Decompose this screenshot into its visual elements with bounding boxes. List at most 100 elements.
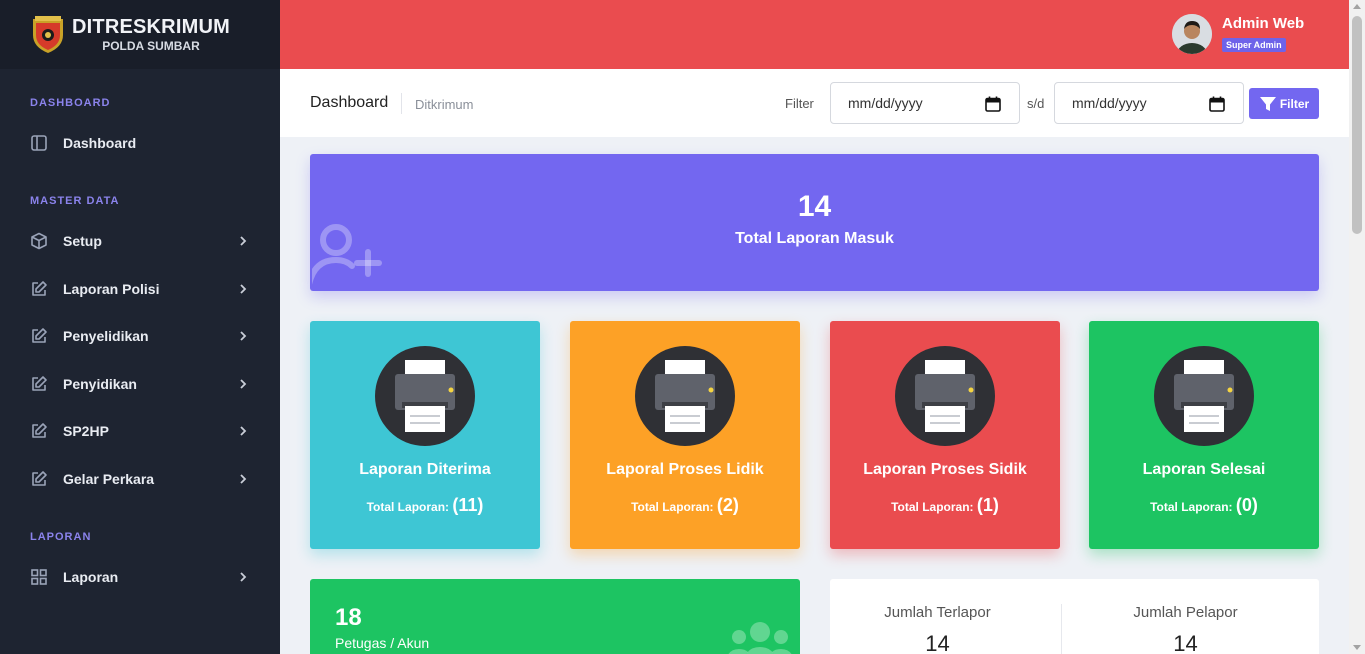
card-count: Total Laporan: (1) <box>830 495 1060 516</box>
chevron-right-icon <box>240 379 247 389</box>
printer-icon <box>1154 346 1254 446</box>
brand-subtitle: POLDA SUMBAR <box>102 39 200 53</box>
card-count-label: Total Laporan: <box>366 500 450 514</box>
card-count-label: Total Laporan: <box>891 500 974 514</box>
edit-icon <box>32 376 47 391</box>
stats-divider <box>1061 604 1062 654</box>
calendar-icon[interactable] <box>1209 96 1225 112</box>
chevron-right-icon <box>240 426 247 436</box>
page-scrollbar[interactable] <box>1349 0 1365 654</box>
calendar-icon[interactable] <box>985 96 1001 112</box>
breadcrumb: Ditkrimum <box>415 97 474 112</box>
page-title: Dashboard <box>310 94 389 111</box>
sidebar: DITRESKRIMUM POLDA SUMBAR DASHBOARD Dash… <box>0 0 280 654</box>
sidebar-item-label: SP2HP <box>63 423 109 439</box>
user-role-badge: Super Admin <box>1222 38 1286 52</box>
card-count: Total Laporan: (11) <box>310 495 540 516</box>
layout-icon <box>31 135 47 151</box>
date-to-placeholder: mm/dd/yyyy <box>1072 95 1147 111</box>
user-name[interactable]: Admin Web <box>1222 15 1304 32</box>
chevron-right-icon <box>240 284 247 294</box>
sidebar-item-label: Gelar Perkara <box>63 471 155 487</box>
total-reports-banner: 14 Total Laporan Masuk <box>310 154 1319 291</box>
chevron-right-icon <box>240 474 247 484</box>
avatar[interactable] <box>1172 14 1212 54</box>
staff-count: 18 <box>335 604 362 631</box>
top-header: Admin Web Super Admin <box>280 0 1349 69</box>
total-reports-label: Total Laporan Masuk <box>735 230 894 247</box>
card-count-value: (0) <box>1235 495 1258 515</box>
printer-icon <box>635 346 735 446</box>
funnel-icon <box>1259 96 1276 111</box>
staff-accounts-panel: 18 Petugas / Akun <box>310 579 800 654</box>
breadcrumb-divider <box>401 93 402 114</box>
edit-icon <box>32 423 47 438</box>
sidebar-item-label: Penyelidikan <box>63 328 149 344</box>
sidebar-item-label: Laporan <box>63 569 119 585</box>
filter-button-label: Filter <box>1279 96 1310 111</box>
printer-icon <box>375 346 475 446</box>
date-from-placeholder: mm/dd/yyyy <box>848 95 923 111</box>
chevron-right-icon <box>240 572 247 582</box>
card-count-value: (2) <box>716 495 739 515</box>
stat-label: Jumlah Pelapor <box>1133 604 1238 621</box>
card-title: Laporan Diterima <box>359 461 491 478</box>
brand-title: DITRESKRIMUM <box>72 16 230 38</box>
stat-pelapor: Jumlah Pelapor 14 <box>1078 604 1293 654</box>
scroll-up-arrow[interactable] <box>1353 4 1361 9</box>
card-laporan-diterima[interactable]: Laporan Diterima Total Laporan: (11) <box>310 321 540 549</box>
card-laporan-proses-lidik[interactable]: Laporal Proses Lidik Total Laporan: (2) <box>570 321 800 549</box>
date-from-input[interactable]: mm/dd/yyyy <box>830 82 1020 124</box>
filter-button[interactable]: Filter <box>1249 88 1319 119</box>
sidebar-item-gelar-perkara[interactable]: Gelar Perkara <box>30 467 250 491</box>
sidebar-item-setup[interactable]: Setup <box>30 229 250 253</box>
card-count-label: Total Laporan: <box>631 500 714 514</box>
sidebar-item-laporan[interactable]: Laporan <box>30 565 250 589</box>
sidebar-item-label: Dashboard <box>63 135 137 151</box>
stat-value: 14 <box>1173 631 1198 654</box>
chevron-right-icon <box>240 331 247 341</box>
sidebar-item-dashboard[interactable]: Dashboard <box>30 131 250 155</box>
filter-label: Filter <box>785 96 814 111</box>
card-count-value: (1) <box>976 495 999 515</box>
police-shield-logo <box>33 15 63 53</box>
card-laporan-selesai[interactable]: Laporan Selesai Total Laporan: (0) <box>1089 321 1319 549</box>
card-count-value: (11) <box>452 495 484 515</box>
card-laporan-proses-sidik[interactable]: Laporan Proses Sidik Total Laporan: (1) <box>830 321 1060 549</box>
edit-icon <box>32 328 47 343</box>
grid-icon <box>31 569 47 585</box>
edit-icon <box>32 281 47 296</box>
scroll-down-arrow[interactable] <box>1353 645 1361 650</box>
chevron-right-icon <box>240 236 247 246</box>
section-title-laporan: LAPORAN <box>30 531 92 543</box>
sidebar-item-penyelidikan[interactable]: Penyelidikan <box>30 324 250 348</box>
card-count: Total Laporan: (2) <box>570 495 800 516</box>
card-count: Total Laporan: (0) <box>1089 495 1319 516</box>
stat-terlapor: Jumlah Terlapor 14 <box>830 604 1045 654</box>
date-range-separator: s/d <box>1027 96 1045 111</box>
sidebar-item-penyidikan[interactable]: Penyidikan <box>30 372 250 396</box>
stat-value: 14 <box>925 631 950 654</box>
stat-label: Jumlah Terlapor <box>884 604 991 621</box>
sidebar-item-laporan-polisi[interactable]: Laporan Polisi <box>30 277 250 301</box>
card-title: Laporal Proses Lidik <box>606 461 764 478</box>
card-title: Laporan Proses Sidik <box>863 461 1027 478</box>
subheader: Dashboard Ditkrimum Filter mm/dd/yyyy s/… <box>280 69 1349 137</box>
printer-icon <box>895 346 995 446</box>
users-icon <box>728 622 792 654</box>
box-icon <box>31 232 47 250</box>
card-title: Laporan Selesai <box>1142 461 1266 478</box>
date-to-input[interactable]: mm/dd/yyyy <box>1054 82 1244 124</box>
section-title-dashboard: DASHBOARD <box>30 97 111 109</box>
sidebar-item-sp2hp[interactable]: SP2HP <box>30 419 250 443</box>
brand[interactable]: DITRESKRIMUM POLDA SUMBAR <box>0 0 280 69</box>
section-title-master-data: MASTER DATA <box>30 195 120 207</box>
total-reports-value: 14 <box>797 190 832 223</box>
sidebar-item-label: Penyidikan <box>63 376 137 392</box>
card-count-label: Total Laporan: <box>1150 500 1233 514</box>
sidebar-item-label: Setup <box>63 233 102 249</box>
edit-icon <box>32 471 47 486</box>
sidebar-item-label: Laporan Polisi <box>63 281 160 297</box>
reporter-stats-panel: Jumlah Terlapor 14 Jumlah Pelapor 14 <box>830 579 1319 654</box>
scrollbar-thumb[interactable] <box>1352 16 1362 234</box>
